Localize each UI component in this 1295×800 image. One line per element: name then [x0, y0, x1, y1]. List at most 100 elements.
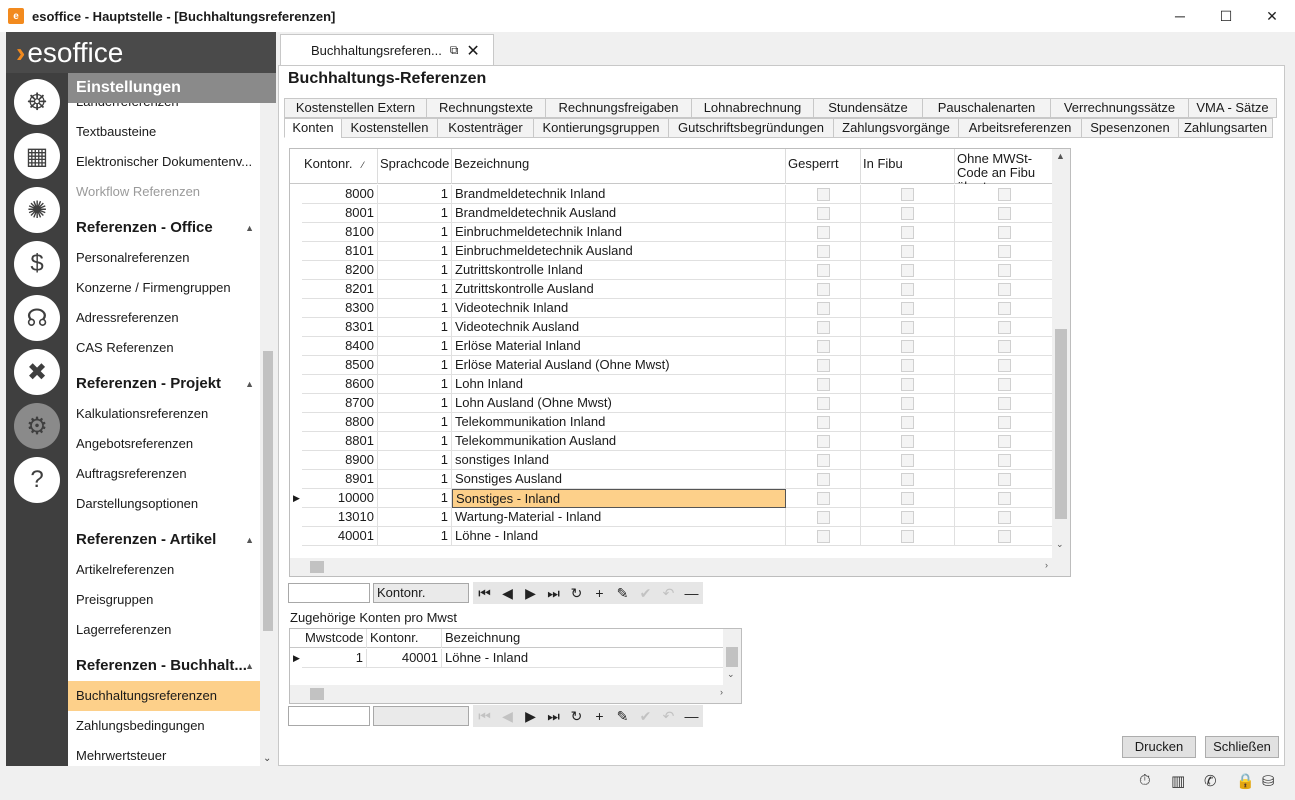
nav-item-artikelreferenzen[interactable]: Artikelreferenzen	[68, 555, 260, 585]
last-record-icon[interactable]: ⏭	[542, 705, 565, 727]
print-button[interactable]: Drucken	[1122, 736, 1196, 758]
checkbox-fibu[interactable]	[901, 188, 914, 201]
tab-kostenstellen[interactable]: Kostenstellen	[341, 118, 437, 138]
nav-item-personalreferenzen[interactable]: Personalreferenzen	[68, 243, 260, 273]
cell-bezeichnung[interactable]: Brandmeldetechnik Ausland	[452, 204, 786, 223]
tab-lohnabrechnung[interactable]: Lohnabrechnung	[691, 98, 813, 118]
checkbox-mwst[interactable]	[998, 264, 1011, 277]
column-header-mwstcode[interactable]: Mwstcode	[302, 629, 367, 648]
column-header-bezeichnung[interactable]: Bezeichnung	[442, 629, 725, 648]
scroll-down-icon[interactable]: ⌄	[727, 669, 735, 680]
help-icon[interactable]: ?	[14, 457, 60, 503]
nav-item-buchhaltungsreferenzen[interactable]: Buchhaltungsreferenzen	[68, 681, 260, 711]
document-tab[interactable]: Buchhaltungsreferen... ⧉ ✕	[280, 34, 494, 66]
cell-sprachcode[interactable]: 1	[378, 527, 452, 546]
checkbox-gesperrt[interactable]	[817, 416, 830, 429]
nav-group-projekt[interactable]: Referenzen - Projekt ▲	[68, 369, 260, 399]
cell-kontonr[interactable]: 8801	[302, 432, 378, 451]
checkbox-mwst[interactable]	[998, 530, 1011, 543]
cell-sprachcode[interactable]: 1	[378, 337, 452, 356]
checkbox-fibu[interactable]	[901, 283, 914, 296]
checkbox-fibu[interactable]	[901, 245, 914, 258]
tab-zahlungsvorgänge[interactable]: Zahlungsvorgänge	[833, 118, 958, 138]
tab-kostenstellen-extern[interactable]: Kostenstellen Extern	[284, 98, 426, 118]
cell-kontonr[interactable]: 8000	[302, 185, 378, 204]
last-record-icon[interactable]: ⏭	[542, 582, 565, 604]
cell-bezeichnung[interactable]: Löhne - Inland	[452, 527, 786, 546]
checkbox-gesperrt[interactable]	[817, 511, 830, 524]
grid-hscroll-thumb[interactable]	[310, 561, 324, 573]
cell-sprachcode[interactable]: 1	[378, 470, 452, 489]
checkbox-gesperrt[interactable]	[817, 283, 830, 296]
cell-bezeichnung[interactable]: Brandmeldetechnik Inland	[452, 185, 786, 204]
checkbox-mwst[interactable]	[998, 245, 1011, 258]
tab-stundensätze[interactable]: Stundensätze	[813, 98, 922, 118]
table-row[interactable]: 8700 1 Lohn Ausland (Ohne Mwst)	[290, 394, 1054, 413]
nav-item-konzerne[interactable]: Konzerne / Firmengruppen	[68, 273, 260, 303]
column-header-fibu[interactable]: In Fibu Gebucht	[861, 149, 955, 184]
checkbox-fibu[interactable]	[901, 207, 914, 220]
cell-bezeichnung[interactable]: Sonstiges - Inland	[452, 489, 786, 508]
column-header-bezeichnung[interactable]: Bezeichnung	[452, 149, 786, 184]
cell-sprachcode[interactable]: 1	[378, 375, 452, 394]
delete-record-icon[interactable]: —	[680, 582, 703, 604]
checkbox-gesperrt[interactable]	[817, 492, 830, 505]
column-header-sprachcode[interactable]: Sprachcode	[378, 149, 452, 184]
tab-verrechnungssätze[interactable]: Verrechnungssätze	[1050, 98, 1188, 118]
add-record-icon[interactable]: +	[588, 705, 611, 727]
tab-kontierungsgruppen[interactable]: Kontierungsgruppen	[533, 118, 668, 138]
cell-bezeichnung[interactable]: Videotechnik Inland	[452, 299, 786, 318]
table-row[interactable]: 8500 1 Erlöse Material Ausland (Ohne Mwst)	[290, 356, 1054, 375]
alarm-light-icon[interactable]: ✺	[14, 187, 60, 233]
cell-kontonr[interactable]: 8900	[302, 451, 378, 470]
cell-kontonr[interactable]: 13010	[302, 508, 378, 527]
table-row[interactable]: 8801 1 Telekommunikation Ausland	[290, 432, 1054, 451]
cell-sprachcode[interactable]: 1	[378, 489, 452, 508]
table-row[interactable]: 8001 1 Brandmeldetechnik Ausland	[290, 204, 1054, 223]
checkbox-mwst[interactable]	[998, 321, 1011, 334]
scroll-down-icon[interactable]: ⌄	[1056, 539, 1064, 550]
checkbox-mwst[interactable]	[998, 511, 1011, 524]
tab-spesenzonen[interactable]: Spesenzonen	[1081, 118, 1178, 138]
next-record-icon[interactable]: ▶	[519, 582, 542, 604]
maximize-button[interactable]: ☐	[1203, 0, 1249, 32]
database-icon[interactable]: ⛁	[1262, 772, 1275, 790]
scroll-down-icon[interactable]: ⌄	[263, 753, 271, 764]
cell-bezeichnung[interactable]: Zutrittskontrolle Ausland	[452, 280, 786, 299]
checkbox-gesperrt[interactable]	[817, 207, 830, 220]
sub-grid-hscroll-thumb[interactable]	[310, 688, 324, 700]
column-header-kontonr[interactable]: Kontonr. ⁄	[302, 149, 378, 184]
cell-kontonr[interactable]: 8200	[302, 261, 378, 280]
column-header-kontonr[interactable]: Kontonr.	[367, 629, 442, 648]
scroll-up-icon[interactable]: ▲	[1056, 151, 1065, 161]
cell-sprachcode[interactable]: 1	[378, 204, 452, 223]
table-row[interactable]: 8900 1 sonstiges Inland	[290, 451, 1054, 470]
nav-item-textbausteine[interactable]: Textbausteine	[68, 117, 260, 147]
tab-rechnungstexte[interactable]: Rechnungstexte	[426, 98, 545, 118]
cell-bezeichnung[interactable]: Zutrittskontrolle Inland	[452, 261, 786, 280]
table-row[interactable]: 13010 1 Wartung-Material - Inland	[290, 508, 1054, 527]
cell-sprachcode[interactable]: 1	[378, 508, 452, 527]
cell-sprachcode[interactable]: 1	[378, 451, 452, 470]
cell-kontonr[interactable]: 8301	[302, 318, 378, 337]
nav-item-lagerreferenzen[interactable]: Lagerreferenzen	[68, 615, 260, 645]
cell-kontonr[interactable]: 8800	[302, 413, 378, 432]
checkbox-mwst[interactable]	[998, 492, 1011, 505]
checkbox-mwst[interactable]	[998, 207, 1011, 220]
table-row[interactable]: 8901 1 Sonstiges Ausland	[290, 470, 1054, 489]
cell-kontonr[interactable]: 8901	[302, 470, 378, 489]
cell-bezeichnung[interactable]: Lohn Inland	[452, 375, 786, 394]
nav-item-dokumentenverwaltung[interactable]: Elektronischer Dokumentenv...	[68, 147, 260, 177]
checkbox-gesperrt[interactable]	[817, 245, 830, 258]
checkbox-mwst[interactable]	[998, 340, 1011, 353]
nav-item-zahlungsbedingungen[interactable]: Zahlungsbedingungen	[68, 711, 260, 741]
checkbox-fibu[interactable]	[901, 473, 914, 486]
tab-rechnungsfreigaben[interactable]: Rechnungsfreigaben	[545, 98, 691, 118]
cell-sprachcode[interactable]: 1	[378, 280, 452, 299]
checkbox-fibu[interactable]	[901, 454, 914, 467]
edit-record-icon[interactable]: ✎	[611, 582, 634, 604]
close-button[interactable]: ✕	[1249, 0, 1295, 32]
checkbox-gesperrt[interactable]	[817, 302, 830, 315]
nav-item-auftragsreferenzen[interactable]: Auftragsreferenzen	[68, 459, 260, 489]
grid-horizontal-scrollbar[interactable]: ›	[290, 558, 1070, 576]
